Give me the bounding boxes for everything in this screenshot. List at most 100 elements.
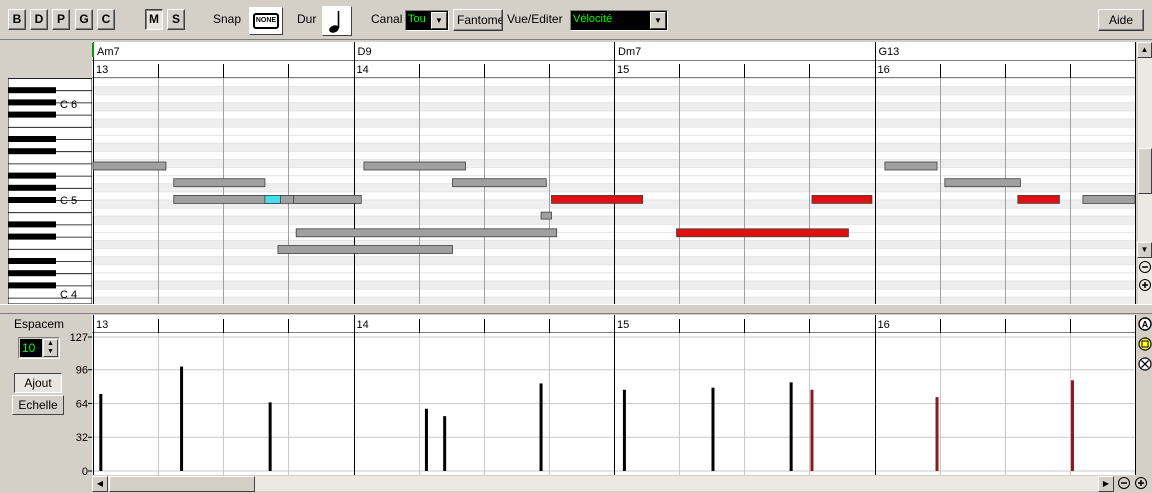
track-button-c[interactable]: C: [97, 9, 115, 30]
octave-label: C 6: [60, 99, 77, 111]
midi-note[interactable]: [1082, 195, 1136, 204]
spacing-spinner[interactable]: 10 ▲ ▼: [18, 337, 60, 359]
black-key[interactable]: [8, 99, 56, 106]
black-key[interactable]: [8, 258, 56, 264]
velocity-bar[interactable]: [810, 389, 814, 471]
velocity-bar[interactable]: [935, 397, 939, 471]
octave-label: C 5: [60, 195, 77, 207]
scroll-thumb[interactable]: [1138, 148, 1152, 194]
track-button-b[interactable]: B: [8, 9, 26, 30]
chord-label: Dm7: [618, 46, 641, 58]
canal-select[interactable]: Tou ▼: [405, 10, 449, 31]
black-key[interactable]: [8, 87, 56, 94]
snap-button[interactable]: NONE: [249, 7, 283, 35]
chord-label: D9: [358, 46, 372, 58]
velocity-bar[interactable]: [268, 402, 272, 471]
track-button-g[interactable]: G: [75, 9, 93, 30]
ajout-button[interactable]: Ajout: [14, 373, 62, 393]
midi-note[interactable]: [293, 195, 362, 204]
snap-none-icon: NONE: [253, 13, 279, 29]
vue-editer-label: Vue/Editer: [507, 12, 563, 26]
vertical-scrollbar[interactable]: ▲ ▼: [1137, 42, 1152, 308]
velocity-tools: A: [1138, 315, 1152, 475]
piano-keyboard[interactable]: C 6 C 5 C 4: [8, 78, 92, 304]
h-scroll-thumb[interactable]: [109, 476, 255, 492]
spacing-value[interactable]: 10: [20, 339, 42, 357]
draw-mode-icon[interactable]: A: [1138, 317, 1152, 331]
black-key[interactable]: [8, 172, 56, 179]
zoom-out-icon[interactable]: [1138, 260, 1152, 276]
midi-note[interactable]: [676, 228, 849, 238]
black-key[interactable]: [8, 136, 56, 142]
black-key[interactable]: [8, 221, 56, 228]
erase-mode-icon[interactable]: [1138, 357, 1152, 371]
midi-note[interactable]: [92, 161, 167, 171]
velocity-bar[interactable]: [180, 366, 184, 471]
octave-label: C 4: [60, 289, 77, 301]
black-key[interactable]: [8, 111, 56, 118]
midi-note[interactable]: [944, 178, 1021, 188]
velocity-bar[interactable]: [443, 416, 447, 471]
spinner-arrows-icon[interactable]: ▲ ▼: [43, 339, 58, 357]
svg-text:A: A: [1142, 320, 1149, 330]
zoom-in-icon[interactable]: [1134, 476, 1148, 490]
vue-editer-value: Vélocité: [573, 13, 613, 25]
black-key[interactable]: [8, 148, 56, 155]
bar-number: 13: [96, 64, 108, 76]
track-button-d[interactable]: D: [30, 9, 48, 30]
zoom-in-icon[interactable]: [1138, 278, 1152, 294]
help-button[interactable]: Aide: [1098, 9, 1144, 31]
scroll-left-button[interactable]: ◀: [92, 476, 108, 492]
midi-note[interactable]: [264, 195, 281, 204]
midi-note[interactable]: [1017, 195, 1060, 204]
piano-roll-grid[interactable]: [92, 78, 1136, 304]
velocity-bar[interactable]: [539, 383, 543, 471]
midi-note[interactable]: [452, 178, 547, 188]
bar-number: 15: [617, 319, 629, 331]
midi-note[interactable]: [811, 195, 873, 204]
corner-panel: [8, 42, 92, 77]
velocity-bar[interactable]: [789, 382, 793, 471]
pane-splitter[interactable]: [0, 304, 1152, 314]
vue-editer-select[interactable]: Vélocité ▼: [570, 10, 668, 31]
midi-note[interactable]: [363, 161, 466, 171]
bar-number: 16: [878, 64, 890, 76]
velocity-bar[interactable]: [711, 387, 715, 471]
echelle-button[interactable]: Echelle: [12, 395, 64, 415]
black-key[interactable]: [8, 270, 56, 277]
quarter-note-icon: [329, 11, 340, 33]
track-button-m[interactable]: M: [145, 9, 163, 30]
velocity-tick-label: 64: [76, 398, 88, 410]
toolbar: BDPGC MS Snap NONE Dur Canal Tou ▼ Fantom…: [0, 0, 1152, 40]
black-key[interactable]: [8, 282, 56, 289]
velocity-bar[interactable]: [424, 408, 428, 471]
scroll-up-button[interactable]: ▲: [1137, 42, 1152, 58]
chevron-down-icon[interactable]: ▼: [650, 12, 666, 29]
velocity-tick-label: 0: [82, 466, 88, 475]
midi-note[interactable]: [173, 178, 266, 188]
midi-note[interactable]: [277, 245, 453, 254]
dur-label: Dur: [297, 12, 317, 26]
track-button-s[interactable]: S: [167, 9, 185, 30]
track-button-p[interactable]: P: [52, 9, 70, 30]
horizontal-scrollbar[interactable]: ◀ ▶: [92, 475, 1114, 492]
fantome-button[interactable]: Fantome: [453, 9, 503, 31]
velocity-bar[interactable]: [99, 393, 103, 471]
zoom-out-icon[interactable]: [1117, 476, 1131, 490]
midi-note[interactable]: [551, 195, 644, 204]
velocity-bar[interactable]: [1070, 380, 1074, 471]
velocity-bar[interactable]: [622, 389, 626, 471]
velocity-controls: Espacem 10 ▲ ▼ Ajout Echelle: [8, 315, 66, 475]
duration-button[interactable]: [322, 6, 352, 36]
black-key[interactable]: [8, 233, 56, 240]
scroll-right-button[interactable]: ▶: [1098, 476, 1114, 492]
velocity-pane[interactable]: 13 14 15 16: [92, 315, 1136, 475]
select-mode-icon[interactable]: [1138, 337, 1152, 351]
black-key[interactable]: [8, 184, 56, 191]
scroll-down-button[interactable]: ▼: [1137, 242, 1152, 258]
black-key[interactable]: [8, 197, 56, 203]
midi-note[interactable]: [884, 161, 938, 171]
midi-note[interactable]: [540, 211, 552, 220]
midi-note[interactable]: [295, 228, 558, 238]
chevron-down-icon[interactable]: ▼: [431, 12, 447, 29]
